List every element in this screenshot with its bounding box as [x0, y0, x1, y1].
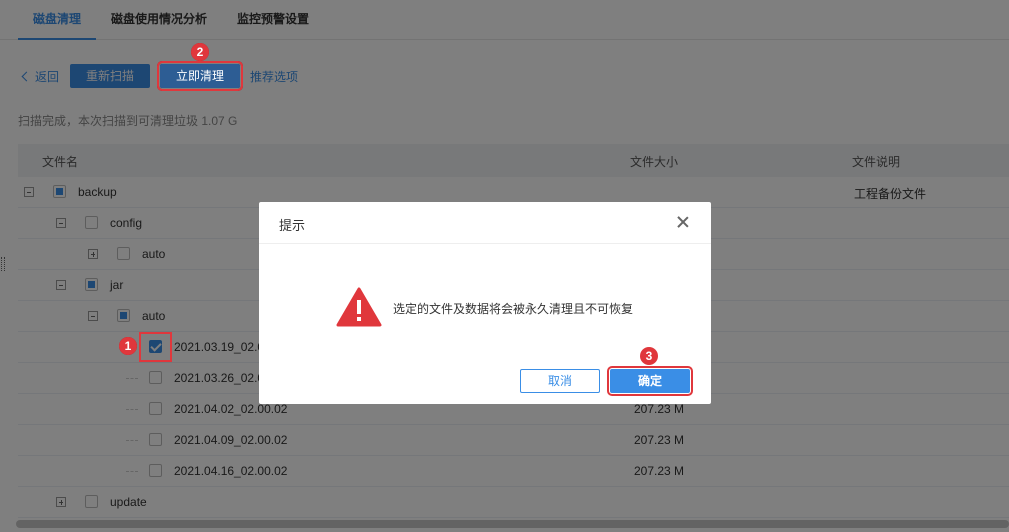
highlight-box: [139, 332, 172, 362]
dialog-message: 选定的文件及数据将会被永久清理且不可恢复: [393, 302, 634, 316]
dialog-title: 提示: [279, 218, 306, 233]
step-badge-2: 2: [191, 43, 209, 61]
confirm-button[interactable]: 确定: [607, 366, 693, 396]
clean-now-button[interactable]: 立即清理: [157, 61, 243, 91]
warning-icon: [336, 287, 382, 327]
cancel-button[interactable]: 取消: [520, 369, 600, 393]
dialog-header: 提示: [259, 202, 711, 244]
confirm-dialog: 提示 选定的文件及数据将会被永久清理且不可恢复 取消 确定 3: [259, 202, 711, 404]
close-icon[interactable]: [677, 216, 689, 228]
step-badge-1: 1: [119, 337, 137, 355]
step-badge-3: 3: [640, 347, 658, 365]
